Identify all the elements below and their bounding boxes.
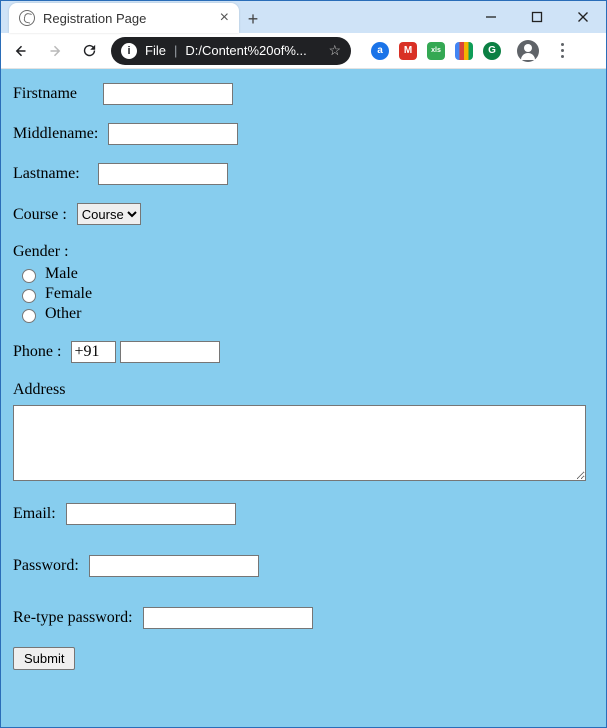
browser-toolbar: i File | D:/Content%20of%... ☆ a M xls G (1, 33, 606, 69)
extension-icon-1[interactable]: a (371, 42, 389, 60)
address-row: Address (13, 381, 594, 481)
gender-female-row: Female (17, 285, 594, 303)
retype-password-label: Re-type password: (13, 609, 133, 626)
url-separator: | (174, 43, 177, 58)
course-select[interactable]: Course (77, 203, 141, 225)
gender-male-radio[interactable] (22, 269, 36, 283)
phone-label: Phone : (13, 343, 61, 360)
close-tab-icon[interactable]: × (220, 10, 229, 26)
profile-avatar-icon[interactable] (517, 40, 539, 62)
gender-other-radio[interactable] (22, 309, 36, 323)
gender-male-row: Male (17, 265, 594, 283)
forward-button[interactable] (43, 39, 67, 63)
firstname-row: Firstname (13, 83, 594, 105)
url-text: D:/Content%20of%... (185, 43, 306, 58)
maximize-button[interactable] (514, 1, 560, 33)
titlebar: Registration Page × + (1, 1, 606, 33)
phone-prefix-input[interactable] (71, 341, 116, 363)
email-row: Email: (13, 503, 594, 525)
globe-icon (19, 10, 35, 26)
gender-other-label: Other (45, 305, 81, 323)
password-label: Password: (13, 557, 79, 574)
extension-icon-4[interactable] (455, 42, 473, 60)
gender-other-row: Other (17, 305, 594, 323)
gender-female-label: Female (45, 285, 92, 303)
phone-input[interactable] (120, 341, 220, 363)
middlename-label: Middlename: (13, 125, 98, 142)
bookmark-star-icon[interactable]: ☆ (328, 42, 341, 59)
address-label: Address (13, 381, 594, 399)
gender-male-label: Male (45, 265, 78, 283)
minimize-button[interactable] (468, 1, 514, 33)
gender-label: Gender : (13, 243, 594, 261)
firstname-label: Firstname (13, 85, 77, 102)
extension-icon-5[interactable]: G (483, 42, 501, 60)
browser-tab[interactable]: Registration Page × (9, 3, 239, 33)
window-controls (468, 1, 606, 33)
phone-row: Phone : (13, 341, 594, 363)
retype-password-row: Re-type password: (13, 607, 594, 629)
address-textarea[interactable] (13, 405, 586, 481)
page-content: Firstname Middlename: Lastname: Course :… (1, 69, 606, 727)
middlename-row: Middlename: (13, 123, 594, 145)
course-label: Course : (13, 206, 67, 223)
gender-row: Gender : Male Female Other (13, 243, 594, 323)
close-window-button[interactable] (560, 1, 606, 33)
lastname-label: Lastname: (13, 165, 80, 182)
lastname-row: Lastname: (13, 163, 594, 185)
gender-female-radio[interactable] (22, 289, 36, 303)
url-scheme: File (145, 43, 166, 58)
reload-button[interactable] (77, 39, 101, 63)
extension-icon-3[interactable]: xls (427, 42, 445, 60)
firstname-input[interactable] (103, 83, 233, 105)
submit-button[interactable]: Submit (13, 647, 75, 670)
submit-row: Submit (13, 647, 594, 670)
password-row: Password: (13, 555, 594, 577)
password-input[interactable] (89, 555, 259, 577)
browser-window: Registration Page × + i File | D:/Conten… (0, 0, 607, 728)
tab-title: Registration Page (43, 11, 212, 26)
extension-icon-2[interactable]: M (399, 42, 417, 60)
course-row: Course : Course (13, 203, 594, 225)
retype-password-input[interactable] (143, 607, 313, 629)
middlename-input[interactable] (108, 123, 238, 145)
address-bar[interactable]: i File | D:/Content%20of%... ☆ (111, 37, 351, 65)
email-input[interactable] (66, 503, 236, 525)
info-icon: i (121, 43, 137, 59)
extensions-row: a M xls G (371, 40, 571, 62)
menu-button[interactable] (553, 43, 571, 58)
lastname-input[interactable] (98, 163, 228, 185)
back-button[interactable] (9, 39, 33, 63)
new-tab-button[interactable]: + (239, 5, 267, 33)
email-label: Email: (13, 505, 56, 522)
